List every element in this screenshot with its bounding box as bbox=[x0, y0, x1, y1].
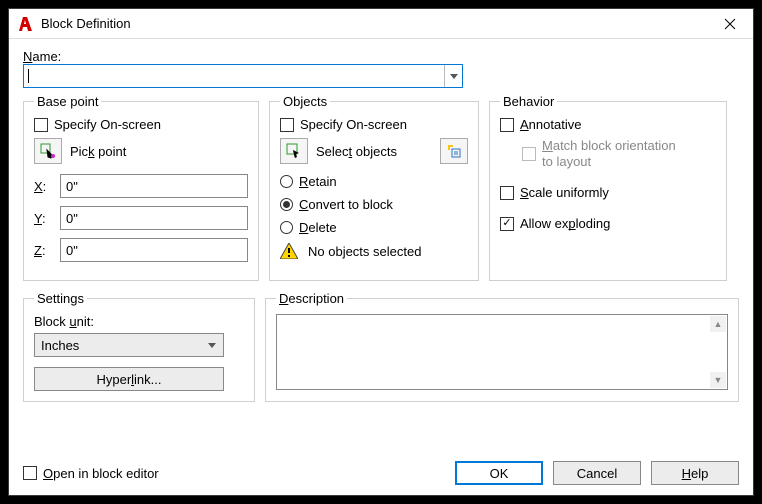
block-definition-dialog: Block Definition Name: Base point Specif… bbox=[8, 8, 754, 496]
ok-button[interactable]: OK bbox=[455, 461, 543, 485]
x-input[interactable] bbox=[60, 174, 248, 198]
specify-onscreen-basepoint-checkbox[interactable] bbox=[34, 118, 48, 132]
scroll-down-button[interactable]: ▼ bbox=[710, 372, 726, 388]
specify-onscreen-basepoint-label: Specify On-screen bbox=[54, 117, 161, 132]
hyperlink-button[interactable]: Hyperlink... bbox=[34, 367, 224, 391]
settings-group: Settings Block unit: Inches Hyperlink... bbox=[23, 291, 255, 402]
name-combobox[interactable] bbox=[23, 64, 463, 88]
open-in-block-editor-label: Open in block editor bbox=[43, 466, 159, 481]
select-objects-label: Select objects bbox=[316, 144, 397, 159]
y-label: Y: bbox=[34, 211, 50, 226]
help-button[interactable]: Help bbox=[651, 461, 739, 485]
basepoint-legend: Base point bbox=[34, 94, 101, 109]
block-unit-dropdown-button[interactable] bbox=[203, 336, 221, 354]
objects-group: Objects Specify On-screen Select objects bbox=[269, 94, 479, 281]
name-label: Name: bbox=[23, 49, 739, 64]
delete-radio[interactable] bbox=[280, 221, 293, 234]
close-button[interactable] bbox=[707, 9, 753, 39]
specify-onscreen-objects-checkbox[interactable] bbox=[280, 118, 294, 132]
annotative-checkbox[interactable] bbox=[500, 118, 514, 132]
objects-status: No objects selected bbox=[308, 244, 421, 259]
match-orientation-checkbox bbox=[522, 147, 536, 161]
block-unit-select[interactable]: Inches bbox=[34, 333, 224, 357]
description-group: Description ▲ ▼ bbox=[265, 291, 739, 402]
block-unit-value: Inches bbox=[41, 338, 79, 353]
annotative-label: Annotative bbox=[520, 117, 581, 132]
cancel-button[interactable]: Cancel bbox=[553, 461, 641, 485]
behavior-group: Behavior Annotative Match block orientat… bbox=[489, 94, 727, 281]
allow-exploding-checkbox[interactable] bbox=[500, 217, 514, 231]
chevron-down-icon bbox=[208, 343, 216, 348]
pick-point-label: Pick point bbox=[70, 144, 126, 159]
warning-icon bbox=[280, 243, 298, 259]
scale-uniformly-label: Scale uniformly bbox=[520, 185, 609, 200]
behavior-legend: Behavior bbox=[500, 94, 557, 109]
z-label: Z: bbox=[34, 243, 50, 258]
name-input[interactable] bbox=[29, 68, 458, 85]
block-unit-label: Block unit: bbox=[34, 314, 244, 329]
scale-uniformly-checkbox[interactable] bbox=[500, 186, 514, 200]
description-textarea[interactable]: ▲ ▼ bbox=[276, 314, 728, 390]
open-in-block-editor-checkbox[interactable] bbox=[23, 466, 37, 480]
pick-point-button[interactable] bbox=[34, 138, 62, 164]
objects-legend: Objects bbox=[280, 94, 330, 109]
retain-radio[interactable] bbox=[280, 175, 293, 188]
name-dropdown-button[interactable] bbox=[444, 65, 462, 87]
scroll-up-button[interactable]: ▲ bbox=[710, 316, 726, 332]
settings-legend: Settings bbox=[34, 291, 87, 306]
delete-label: Delete bbox=[299, 220, 337, 235]
autocad-icon bbox=[17, 15, 35, 33]
allow-exploding-label: Allow exploding bbox=[520, 216, 610, 231]
match-orientation-label: Match block orientationto layout bbox=[542, 138, 676, 169]
convert-label: Convert to block bbox=[299, 197, 393, 212]
basepoint-group: Base point Specify On-screen Pick point … bbox=[23, 94, 259, 281]
y-input[interactable] bbox=[60, 206, 248, 230]
x-label: X: bbox=[34, 179, 50, 194]
z-input[interactable] bbox=[60, 238, 248, 262]
titlebar: Block Definition bbox=[9, 9, 753, 39]
quick-select-button[interactable] bbox=[440, 138, 468, 164]
specify-onscreen-objects-label: Specify On-screen bbox=[300, 117, 407, 132]
convert-radio[interactable] bbox=[280, 198, 293, 211]
window-title: Block Definition bbox=[41, 16, 707, 31]
select-objects-button[interactable] bbox=[280, 138, 308, 164]
retain-label: Retain bbox=[299, 174, 337, 189]
chevron-down-icon bbox=[450, 74, 458, 79]
description-legend: Description bbox=[276, 291, 347, 306]
